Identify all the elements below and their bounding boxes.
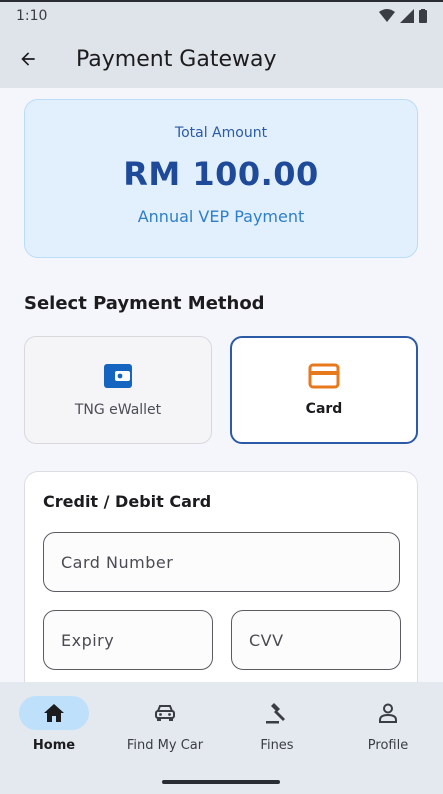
wallet-icon [104,364,132,388]
nav-label: Home [32,738,76,753]
payment-method-title: Select Payment Method [24,293,265,314]
nav-label: Profile [367,738,409,753]
wifi-icon [379,9,395,22]
credit-card-icon [308,363,340,389]
nav-pill [19,696,89,730]
signal-icon [400,9,414,23]
nav-label: Fines [260,738,294,753]
home-icon [44,704,64,722]
nav-item-profile[interactable]: Profile [333,696,443,753]
expiry-input[interactable] [43,610,213,670]
car-icon [155,705,175,721]
status-icons [379,9,427,23]
bottom-navigation: Home Find My Car Fines Profile [0,682,443,794]
nav-pill [353,696,423,730]
nav-item-home[interactable]: Home [0,696,109,753]
payment-option-label: Card [305,401,343,417]
payment-option-tng-ewallet[interactable]: TNG eWallet [24,336,212,444]
arrow-back-icon [21,52,35,66]
person-icon [379,703,397,723]
amount-value: RM 100.00 [123,155,319,193]
payment-option-label: TNG eWallet [74,402,162,418]
cvv-input[interactable] [231,610,401,670]
gavel-icon [266,703,285,724]
battery-icon [419,9,427,23]
nav-item-fines[interactable]: Fines [222,696,332,753]
page-title: Payment Gateway [76,46,277,72]
gesture-home-indicator[interactable] [162,780,280,784]
card-number-input[interactable] [43,532,400,592]
card-form-title: Credit / Debit Card [43,492,212,511]
status-time: 1:10 [16,8,48,24]
nav-label: Find My Car [126,738,204,753]
card-details-form: Credit / Debit Card [24,471,418,682]
back-button[interactable] [0,31,56,87]
status-bar: 1:10 [0,0,443,30]
payment-option-card[interactable]: Card [230,336,418,444]
content-scroll-area[interactable]: Total Amount RM 100.00 Annual VEP Paymen… [0,88,443,682]
nav-item-find-my-car[interactable]: Find My Car [110,696,220,753]
amount-label: Total Amount [174,125,268,141]
nav-pill [130,696,200,730]
nav-pill [242,696,312,730]
amount-subtitle: Annual VEP Payment [137,207,305,226]
amount-card: Total Amount RM 100.00 Annual VEP Paymen… [24,99,418,258]
app-bar: Payment Gateway [0,30,443,88]
